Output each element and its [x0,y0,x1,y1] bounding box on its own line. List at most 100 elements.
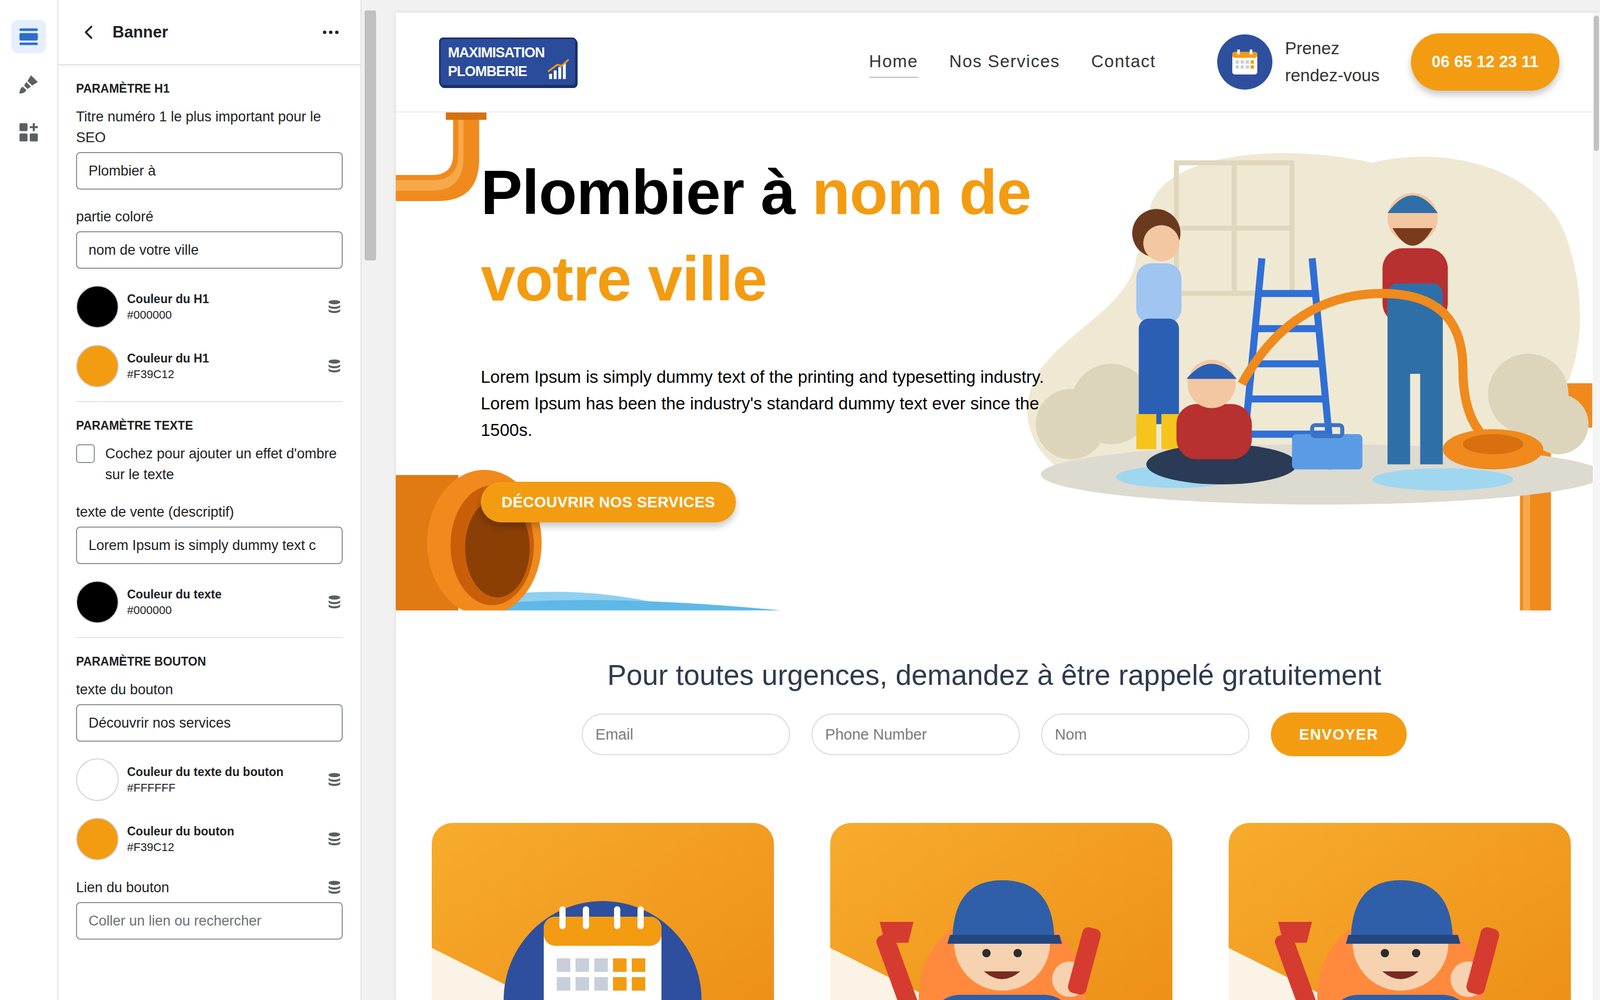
chart-icon [546,57,570,81]
shadow-checkbox[interactable]: Cochez pour ajouter un effet d'ombre sur… [76,443,343,485]
calendar-illustration-icon [431,822,774,1000]
service-card[interactable] [431,822,774,1000]
color-label: Couleur du H1 [127,351,209,366]
color-value: #000000 [127,308,209,322]
plumbers-illustration [1010,142,1593,515]
appointment-link[interactable]: Prenezrendez-vous [1217,34,1380,90]
field-input[interactable]: Plombier à [76,152,343,190]
site: MAXIMISATIONPLOMBERIE Home Nos Services Con… [395,12,1593,1000]
callback-input[interactable]: Nom [1041,713,1250,756]
dynamic-source-icon[interactable] [326,357,343,375]
add-blocks-icon [17,120,41,144]
section-title: PARAMÈTRE TEXTE [76,418,343,433]
dynamic-source-icon[interactable] [326,593,343,611]
dynamic-source-icon[interactable] [326,771,343,789]
hero-content: Plombier à nom de votre ville Lorem Ipsum… [395,112,1073,523]
link-input[interactable]: Coller un lien ou rechercher [76,902,343,940]
color-label: Couleur du H1 [127,292,209,307]
color-value: #FFFFFF [127,781,284,795]
checkbox-label: Cochez pour ajouter un effet d'ombre sur… [105,443,343,485]
field-input[interactable]: Lorem Ipsum is simply dummy text c [76,526,343,565]
preview-stage: MAXIMISATIONPLOMBERIE Home Nos Services Con… [379,0,1600,1000]
service-cards [395,822,1593,1000]
dynamic-source-icon[interactable] [326,830,343,848]
pipe-icon [395,454,792,611]
phone-button[interactable]: 06 65 12 23 11 [1410,33,1560,91]
calendar-icon [1228,45,1262,79]
color-swatch[interactable] [76,285,119,329]
callback-input[interactable]: Phone Number [811,713,1020,756]
color-setting[interactable]: Couleur du texte du bouton#FFFFFF [76,758,343,802]
color-setting[interactable]: Couleur du H1#F39C12 [76,344,343,388]
field-input[interactable]: Découvrir nos services [76,704,343,742]
site-header: MAXIMISATIONPLOMBERIE Home Nos Services Con… [395,12,1593,113]
color-swatch[interactable] [76,817,119,861]
dynamic-source-icon[interactable] [326,298,343,316]
service-card[interactable] [1228,822,1571,1000]
link-field: Lien du bouton Coller un lien ou recherch… [76,877,343,940]
text-field: texte de vente (descriptif)Lorem Ipsum i… [76,501,343,565]
nav-link[interactable]: Home [869,46,919,79]
color-setting[interactable]: Couleur du texte#000000 [76,580,343,624]
back-icon[interactable] [79,22,98,42]
send-button[interactable]: ENVOYER [1270,712,1407,757]
text-field: Titre numéro 1 le plus important pour le… [76,106,343,190]
settings-panel: Banner PARAMÈTRE H1 Titre numéro 1 le plus… [58,0,361,1000]
rail-item[interactable] [11,67,46,102]
text-field: partie coloré nom de votre ville [76,206,343,269]
scroll-thumb[interactable] [1593,15,1599,152]
callback-title: Pour toutes urgences, demandez à être ra… [607,658,1382,692]
field-label: Titre numéro 1 le plus important pour le… [76,106,343,148]
plumber-illustration-icon [830,822,1173,1000]
nav-link[interactable]: Contact [1091,46,1156,79]
color-value: #F39C12 [127,367,209,382]
color-swatch[interactable] [76,344,119,388]
settings-section: PARAMÈTRE TEXTE Cochez pour ajouter un ef… [76,402,343,639]
color-label: Couleur du texte du bouton [127,765,284,780]
logo-text: PLOMBERIE [447,61,545,81]
color-setting[interactable]: Couleur du H1#000000 [76,285,343,329]
service-card[interactable] [830,822,1173,1000]
panel-body: PARAMÈTRE H1 Titre numéro 1 le plus impor… [58,65,361,954]
brush-icon [17,72,41,96]
hero-banner: Plombier à nom de votre ville Lorem Ipsum… [395,112,1593,611]
panel-title: Banner [112,22,169,42]
color-setting[interactable]: Couleur du bouton#F39C12 [76,817,343,861]
color-value: #000000 [127,603,222,618]
hero-description: Lorem Ipsum is simply dummy text of the … [480,363,1070,444]
section-title: PARAMÈTRE BOUTON [76,654,343,669]
color-label: Couleur du texte [127,587,222,602]
field-label: partie coloré [76,206,343,228]
checkbox[interactable] [76,444,95,464]
hero-title: Plombier à nom de votre ville [480,148,1073,322]
preview-scrollbar[interactable] [1592,12,1600,1000]
dynamic-source-icon[interactable] [326,879,343,896]
plumber-illustration-icon [1228,822,1571,1000]
settings-section: PARAMÈTRE BOUTON texte du bouton Découvrir… [76,638,343,954]
callback-input[interactable]: Email [581,713,791,756]
color-swatch[interactable] [76,580,119,624]
appointment-text: Prenez [1284,34,1380,62]
sections-icon [17,25,41,48]
appointment-badge [1217,34,1273,90]
more-icon[interactable] [321,29,340,35]
logo-text: MAXIMISATION [447,43,545,62]
services-button[interactable]: DÉCOUVRIR NOS SERVICES [480,481,736,523]
nav-link[interactable]: Nos Services [949,46,1060,79]
theme-editor: Banner PARAMÈTRE H1 Titre numéro 1 le plus… [0,0,1600,1000]
rail-item[interactable] [11,115,46,149]
section-title: PARAMÈTRE H1 [76,81,343,96]
appointment-text: rendez-vous [1284,61,1380,90]
field-label: Lien du bouton [76,877,170,898]
scroll-thumb[interactable] [364,10,377,261]
field-input[interactable]: nom de votre ville [76,231,343,269]
logo[interactable]: MAXIMISATIONPLOMBERIE [439,37,577,87]
rail-item[interactable] [11,19,46,54]
color-label: Couleur du bouton [127,824,235,839]
panel-header: Banner [58,0,361,66]
color-swatch[interactable] [76,758,119,802]
color-value: #F39C12 [127,840,235,855]
callback-form: Pour toutes urgences, demandez à être ra… [395,610,1593,757]
panel-scrollbar[interactable] [360,0,380,1000]
field-label: texte du bouton [76,679,343,700]
